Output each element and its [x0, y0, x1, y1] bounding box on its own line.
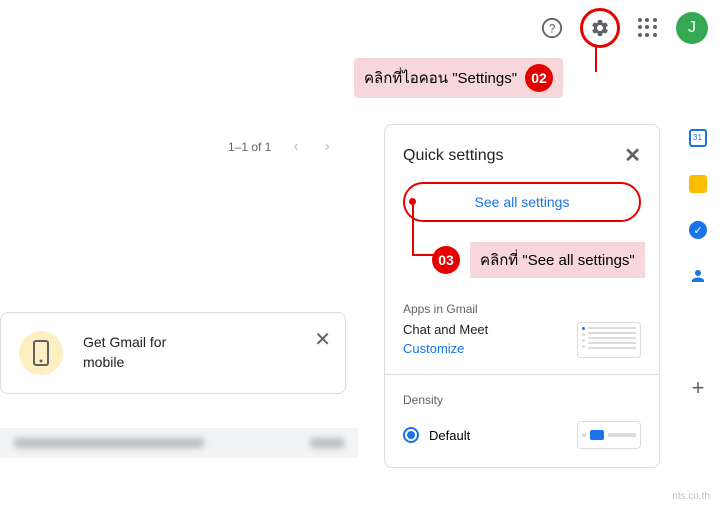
pagination-text: 1–1 of 1: [228, 140, 271, 154]
calendar-icon[interactable]: [688, 128, 708, 148]
chat-meet-preview[interactable]: [577, 322, 641, 358]
watermark: nts.co.th: [672, 491, 710, 502]
promo-line1: Get Gmail for: [83, 333, 166, 353]
density-default-label: Default: [429, 428, 470, 443]
see-all-settings-button[interactable]: See all settings: [403, 182, 641, 222]
settings-icon-highlight: [580, 8, 620, 48]
density-preview[interactable]: [577, 421, 641, 449]
step-badge: 03: [432, 246, 460, 274]
gear-icon[interactable]: [584, 12, 616, 44]
blurred-message-row[interactable]: [0, 428, 358, 458]
callout-text: คลิกที่ไอคอน "Settings": [364, 66, 517, 90]
mobile-icon: [19, 331, 63, 375]
density-default-radio[interactable]: Default: [403, 427, 470, 443]
avatar[interactable]: J: [676, 12, 708, 44]
tasks-icon[interactable]: ✓: [688, 220, 708, 240]
promo-card: Get Gmail for mobile ✕: [0, 312, 346, 394]
add-icon[interactable]: +: [688, 378, 708, 398]
quick-settings-panel: Quick settings ✕ See all settings Apps i…: [384, 124, 660, 468]
right-rail: ✓ +: [688, 128, 708, 398]
next-icon[interactable]: ›: [321, 134, 334, 160]
prev-icon[interactable]: ‹: [289, 134, 302, 160]
chat-meet-label: Chat and Meet: [403, 322, 488, 337]
svg-text:?: ?: [549, 22, 556, 36]
keep-icon[interactable]: [688, 174, 708, 194]
step-badge: 02: [525, 64, 553, 92]
message-list-panel: 1–1 of 1 ‹ › Get Gmail for mobile ✕: [0, 124, 358, 458]
callout-step-03: 03 คลิกที่ "See all settings": [432, 242, 645, 278]
list-header: 1–1 of 1 ‹ ›: [0, 124, 358, 170]
density-section-label: Density: [403, 393, 641, 407]
close-icon[interactable]: ✕: [624, 143, 641, 168]
customize-link[interactable]: Customize: [403, 341, 488, 356]
panel-title: Quick settings: [403, 147, 503, 165]
callout-line: [595, 46, 597, 72]
divider: [385, 374, 659, 375]
callout-text: คลิกที่ "See all settings": [470, 242, 645, 278]
callout-line: [412, 201, 414, 254]
apps-icon[interactable]: [632, 12, 664, 44]
close-icon[interactable]: ✕: [314, 327, 331, 352]
apps-section-label: Apps in Gmail: [403, 302, 641, 316]
promo-text: Get Gmail for mobile: [83, 333, 166, 372]
help-icon[interactable]: ?: [536, 12, 568, 44]
promo-line2: mobile: [83, 353, 166, 373]
callout-step-02: คลิกที่ไอคอน "Settings" 02: [354, 58, 563, 98]
contacts-icon[interactable]: [688, 266, 708, 286]
